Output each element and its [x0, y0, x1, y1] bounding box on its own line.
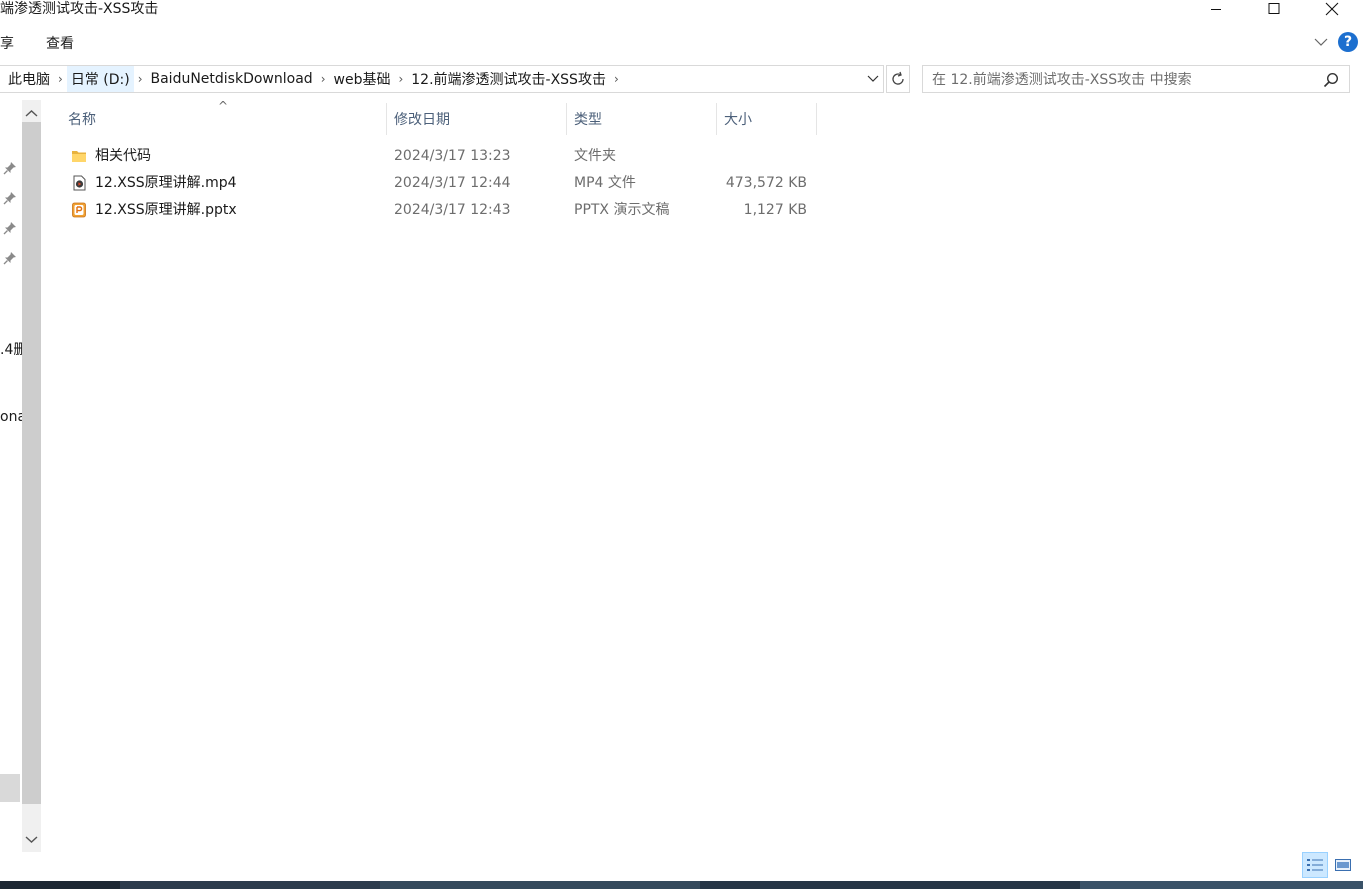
file-size — [717, 143, 807, 170]
file-row[interactable]: 相关代码 2024/3/17 13:23 文件夹 — [61, 143, 817, 170]
breadcrumb-baidunetdiskdownload[interactable]: BaiduNetdiskDownload — [147, 66, 317, 92]
chevron-right-icon[interactable]: › — [394, 72, 407, 86]
breadcrumb-label: web基础 — [333, 72, 391, 88]
file-explorer-window: 端渗透测试攻击-XSS攻击 享 查看 ? 此电脑 › 日常 (D:) › Bai… — [0, 0, 1363, 889]
chevron-right-icon[interactable]: › — [610, 72, 623, 86]
maximize-button[interactable] — [1250, 0, 1298, 18]
breadcrumb-label: 此电脑 — [8, 72, 50, 88]
file-row[interactable]: 12.XSS原理讲解.mp4 2024/3/17 12:44 MP4 文件 47… — [61, 170, 817, 197]
scroll-up-button[interactable] — [25, 106, 38, 122]
file-date: 2024/3/17 12:44 — [394, 175, 511, 191]
nav-item[interactable]: ona — [0, 409, 22, 425]
search-box[interactable] — [922, 65, 1350, 94]
minimize-button[interactable] — [1192, 0, 1240, 18]
details-view-button[interactable] — [1302, 852, 1328, 878]
tab-view[interactable]: 查看 — [46, 33, 74, 53]
search-input[interactable] — [923, 66, 1324, 94]
scrollbar-thumb[interactable] — [22, 122, 41, 804]
file-type: PPTX 演示文稿 — [574, 202, 670, 218]
chevron-right-icon[interactable]: › — [134, 72, 147, 86]
scroll-down-button[interactable] — [25, 832, 38, 848]
chevron-down-icon — [867, 75, 879, 82]
breadcrumb-current-folder[interactable]: 12.前端渗透测试攻击-XSS攻击 — [407, 66, 610, 92]
address-history-button[interactable] — [862, 66, 884, 92]
tab-share[interactable]: 享 — [0, 33, 14, 53]
title-bar: 端渗透测试攻击-XSS攻击 — [0, 0, 1363, 20]
taskbar-segment — [120, 881, 380, 889]
ribbon: 享 查看 ? — [0, 26, 1363, 58]
refresh-button[interactable] — [886, 65, 910, 93]
chevron-down-icon — [25, 836, 38, 843]
file-type: MP4 文件 — [574, 175, 636, 191]
pin-icon[interactable] — [3, 191, 17, 205]
large-icons-view-icon — [1335, 859, 1351, 871]
file-type: 文件夹 — [574, 148, 616, 164]
help-icon[interactable]: ? — [1338, 32, 1358, 52]
address-bar[interactable]: 此电脑 › 日常 (D:) › BaiduNetdiskDownload › w… — [0, 65, 884, 93]
chevron-up-icon — [25, 110, 38, 117]
taskbar-segment — [380, 881, 700, 889]
search-icon[interactable] — [1323, 72, 1339, 92]
pin-icon[interactable] — [3, 221, 17, 235]
file-date: 2024/3/17 13:23 — [394, 148, 511, 164]
expand-ribbon-button[interactable] — [1314, 35, 1328, 51]
breadcrumb-label: 日常 (D:) — [70, 72, 130, 88]
column-header-name[interactable]: 名称 — [61, 103, 387, 135]
column-header-size[interactable]: 大小 — [717, 103, 817, 135]
breadcrumb-label: BaiduNetdiskDownload — [150, 71, 313, 87]
file-size: 1,127 KB — [743, 202, 807, 218]
details-view-icon — [1307, 859, 1323, 871]
taskbar-strip — [0, 881, 1363, 889]
taskbar-segment — [700, 881, 1080, 889]
maximize-icon — [1268, 3, 1280, 14]
large-icons-view-button[interactable] — [1330, 852, 1356, 878]
file-size: 473,572 KB — [725, 175, 807, 191]
refresh-icon — [892, 71, 904, 85]
close-icon — [1325, 2, 1339, 16]
window-title: 端渗透测试攻击-XSS攻击 — [0, 1, 159, 17]
taskbar-segment — [1080, 881, 1363, 889]
file-name: 12.XSS原理讲解.pptx — [95, 202, 237, 218]
pin-icon[interactable] — [3, 251, 17, 265]
breadcrumb-web-basics[interactable]: web基础 — [330, 66, 395, 92]
video-file-icon — [71, 175, 87, 191]
breadcrumb-drive-d[interactable]: 日常 (D:) — [66, 66, 134, 92]
file-name: 相关代码 — [95, 148, 151, 164]
pptx-file-icon — [71, 202, 87, 218]
folder-icon — [71, 148, 87, 164]
close-button[interactable] — [1308, 0, 1356, 18]
taskbar-segment — [0, 881, 120, 889]
breadcrumb-this-pc[interactable]: 此电脑 — [4, 66, 54, 92]
column-header-date[interactable]: 修改日期 — [387, 103, 567, 135]
navigation-scrollbar[interactable] — [22, 100, 41, 852]
column-header-type[interactable]: 类型 — [567, 103, 717, 135]
chevron-right-icon[interactable]: › — [54, 72, 67, 86]
file-date: 2024/3/17 12:43 — [394, 202, 511, 218]
file-name: 12.XSS原理讲解.mp4 — [95, 175, 237, 191]
chevron-down-icon — [1314, 38, 1328, 46]
file-row[interactable]: 12.XSS原理讲解.pptx 2024/3/17 12:43 PPTX 演示文… — [61, 197, 817, 224]
pin-icon[interactable] — [3, 161, 17, 175]
nav-item-selected[interactable] — [0, 774, 20, 802]
chevron-right-icon[interactable]: › — [317, 72, 330, 86]
minimize-icon — [1211, 9, 1221, 10]
nav-item[interactable]: .4删 — [0, 339, 22, 359]
file-list: 相关代码 2024/3/17 13:23 文件夹 12.XSS原理讲解.mp4 … — [61, 143, 817, 224]
navigation-pane: .4删 ona — [0, 100, 22, 852]
breadcrumb-label: 12.前端渗透测试攻击-XSS攻击 — [411, 72, 606, 88]
